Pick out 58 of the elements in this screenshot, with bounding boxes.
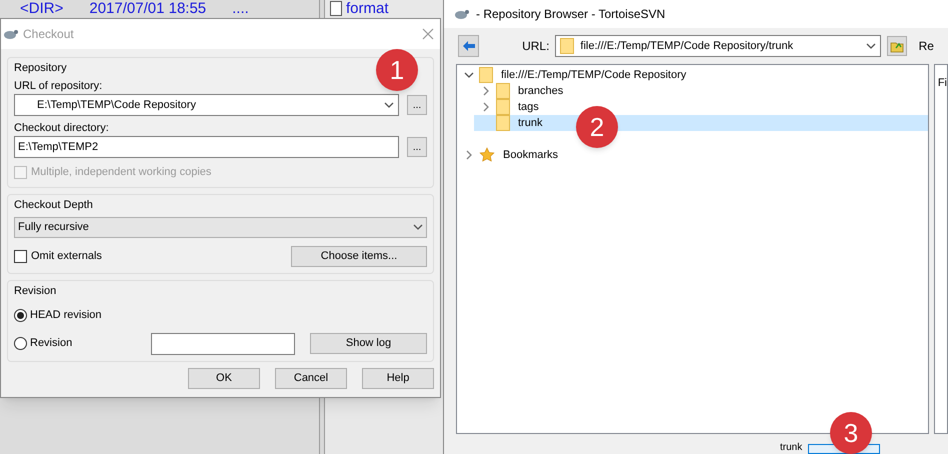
window-title: - Repository Browser - TortoiseSVN bbox=[476, 6, 666, 23]
chevron-down-icon[interactable] bbox=[413, 222, 423, 232]
tree-item[interactable]: Bookmarks bbox=[457, 147, 928, 163]
column-header: Re bbox=[918, 38, 934, 55]
checkbox-label: Multiple, independent working copies bbox=[31, 165, 212, 180]
folder-icon bbox=[496, 99, 510, 115]
tree-label: Bookmarks bbox=[503, 148, 558, 163]
dialog-button[interactable]: Cancel bbox=[275, 368, 347, 388]
tree-item[interactable]: file:///E:/Temp/TEMP/Code Repository bbox=[457, 67, 928, 83]
window-title: Checkout bbox=[23, 26, 74, 43]
chevron-down-icon[interactable] bbox=[384, 100, 394, 110]
radio-label: HEAD revision bbox=[30, 308, 102, 324]
tree-label: tags bbox=[518, 100, 539, 115]
browse-button[interactable]: ... bbox=[407, 95, 427, 115]
folder-icon bbox=[479, 67, 493, 83]
depth-combo[interactable]: Fully recursive bbox=[14, 216, 427, 238]
show-log-button[interactable]: Show log bbox=[310, 333, 427, 354]
file-name: format bbox=[346, 0, 389, 17]
checkbox-label: Omit externals bbox=[31, 248, 102, 264]
tree-label: trunk bbox=[518, 116, 542, 131]
chevron-down-icon[interactable] bbox=[464, 70, 474, 80]
field-label: Checkout directory: bbox=[14, 121, 109, 136]
folder-icon bbox=[496, 115, 510, 131]
revision-field[interactable] bbox=[151, 332, 295, 354]
file-extra: .... bbox=[232, 0, 249, 17]
status-text: trunk bbox=[780, 442, 802, 454]
back-button[interactable] bbox=[458, 35, 480, 57]
refresh-button[interactable] bbox=[887, 36, 907, 56]
folder-icon bbox=[560, 38, 574, 54]
file-date: 2017/07/01 18:55 bbox=[89, 0, 206, 17]
group-title: Checkout Depth bbox=[14, 198, 93, 212]
radio-label: Revision bbox=[30, 336, 72, 352]
browse-button[interactable]: ... bbox=[407, 137, 427, 157]
file-icon bbox=[330, 1, 342, 16]
arrow-left-icon bbox=[462, 40, 476, 52]
chevron-right-icon[interactable] bbox=[464, 150, 474, 160]
directory-field[interactable]: E:\Temp\TEMP2 bbox=[14, 136, 399, 158]
tree-label: file:///E:/Temp/TEMP/Code Repository bbox=[501, 68, 686, 83]
dialog-button[interactable]: OK bbox=[188, 368, 260, 388]
close-icon[interactable] bbox=[422, 28, 434, 40]
dialog-button[interactable]: Help bbox=[362, 368, 434, 388]
folder-icon bbox=[496, 83, 510, 99]
checkbox[interactable] bbox=[14, 250, 27, 262]
chevron-down-icon[interactable] bbox=[866, 41, 876, 51]
url-label: URL: bbox=[522, 38, 550, 55]
radio-button[interactable] bbox=[14, 309, 27, 322]
star-icon bbox=[479, 147, 495, 163]
field-label: URL of repository: bbox=[14, 79, 102, 94]
list-header: Fi bbox=[938, 77, 947, 89]
choose-items-button[interactable]: Choose items... bbox=[291, 246, 427, 266]
group-title: Repository bbox=[14, 61, 67, 76]
url-combo[interactable]: E:\Temp\TEMP\Code Repository bbox=[14, 94, 399, 116]
tree-label: branches bbox=[518, 84, 564, 99]
group-title: Revision bbox=[14, 284, 56, 298]
tree-item[interactable]: branches bbox=[474, 83, 928, 99]
file-type: <DIR> bbox=[20, 0, 64, 17]
url-combo[interactable]: file:///E:/Temp/TEMP/Code Repository/trunk bbox=[555, 35, 882, 57]
radio-button[interactable] bbox=[14, 337, 27, 350]
